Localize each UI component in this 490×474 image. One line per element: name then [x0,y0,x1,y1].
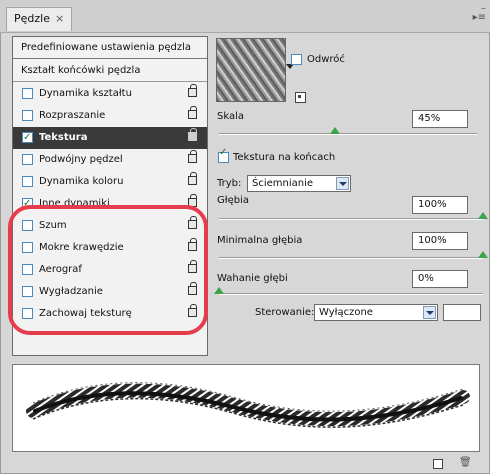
invert-checkbox[interactable] [291,54,302,65]
scale-slider[interactable] [219,133,477,135]
texture-pattern-thumbnail[interactable] [216,38,286,102]
min-depth-slider-knob[interactable] [478,251,488,258]
depth-jitter-value-field[interactable]: 0% [412,270,468,288]
scale-label: Skala [217,111,244,122]
lock-icon[interactable] [188,128,197,141]
trash-icon[interactable]: 🗑 [459,458,472,468]
item-label: Rozpraszanie [39,110,106,121]
scale-slider-knob[interactable] [330,127,341,134]
new-brush-icon[interactable] [433,459,443,469]
invert-label: Odwróć [307,54,345,65]
tab-brushes[interactable]: Pędzle × [6,7,72,31]
each-tip-label: Tekstura na końcach [233,152,336,163]
mode-value: Ściemnianie [252,178,314,189]
list-item-scattering[interactable]: Rozpraszanie [13,105,207,127]
depth-slider-knob[interactable] [478,212,488,219]
depth-jitter-label: Wahanie głębi [217,273,288,284]
list-item-texture[interactable]: Tekstura [13,127,207,149]
tab-title: Pędzle [14,12,50,25]
depth-jitter-slider[interactable] [219,293,483,295]
texture-each-tip-option[interactable]: Tekstura na końcach [217,147,397,165]
brush-presets-item[interactable]: Predefiniowane ustawienia pędzla [13,37,207,59]
depth-slider[interactable] [219,218,483,220]
checkbox[interactable] [22,88,33,99]
item-label: Dynamika koloru [39,176,124,187]
scale-value-field[interactable]: 45% [412,110,468,128]
chevron-down-icon[interactable] [336,177,349,190]
control-select[interactable]: Wyłączone [314,304,438,321]
min-depth-label: Minimalna głębia [217,235,303,246]
lock-icon[interactable] [188,106,197,119]
mode-select[interactable]: Ściemnianie [247,175,351,192]
panel-menu-icon[interactable]: – ▸≡ [472,4,486,24]
checkbox[interactable] [22,127,33,149]
checkbox[interactable] [22,176,33,187]
lock-icon[interactable] [188,84,197,97]
min-depth-slider[interactable] [219,257,483,259]
checkbox[interactable] [22,110,33,121]
item-label: Tekstura [39,132,88,143]
new-preset-icon[interactable] [295,92,306,103]
invert-option[interactable]: Odwróć [291,53,345,67]
control-value: Wyłączone [319,307,373,318]
control-label: Sterowanie: [255,307,315,318]
depth-label: Głębia [217,195,249,206]
checkbox[interactable] [22,154,33,165]
depth-value-field[interactable]: 100% [412,196,468,214]
list-item-color-dynamics[interactable]: Dynamika koloru [13,171,207,193]
list-item-shape-dynamics[interactable]: Dynamika kształtu [13,83,207,105]
item-label: Podwójny pędzel [39,154,123,165]
mode-label: Tryb: [217,178,242,189]
control-extra-field[interactable] [443,304,481,321]
item-label: Dynamika kształtu [39,88,132,99]
lock-icon[interactable] [188,172,197,185]
chevron-down-icon[interactable] [423,306,436,319]
tab-bar: Pędzle × – ▸≡ [0,0,490,33]
each-tip-checkbox[interactable] [218,147,229,163]
tab-close-icon[interactable]: × [55,12,64,25]
lock-icon[interactable] [188,150,197,163]
min-depth-value-field[interactable]: 100% [412,232,468,250]
highlight-outline [8,205,208,335]
brush-tip-shape-item[interactable]: Kształt końcówki pędzla [13,60,207,82]
depth-jitter-slider-knob[interactable] [214,287,224,294]
brush-stroke-svg [26,382,470,428]
brush-stroke-preview [12,364,480,452]
list-item-dual-brush[interactable]: Podwójny pędzel [13,149,207,171]
